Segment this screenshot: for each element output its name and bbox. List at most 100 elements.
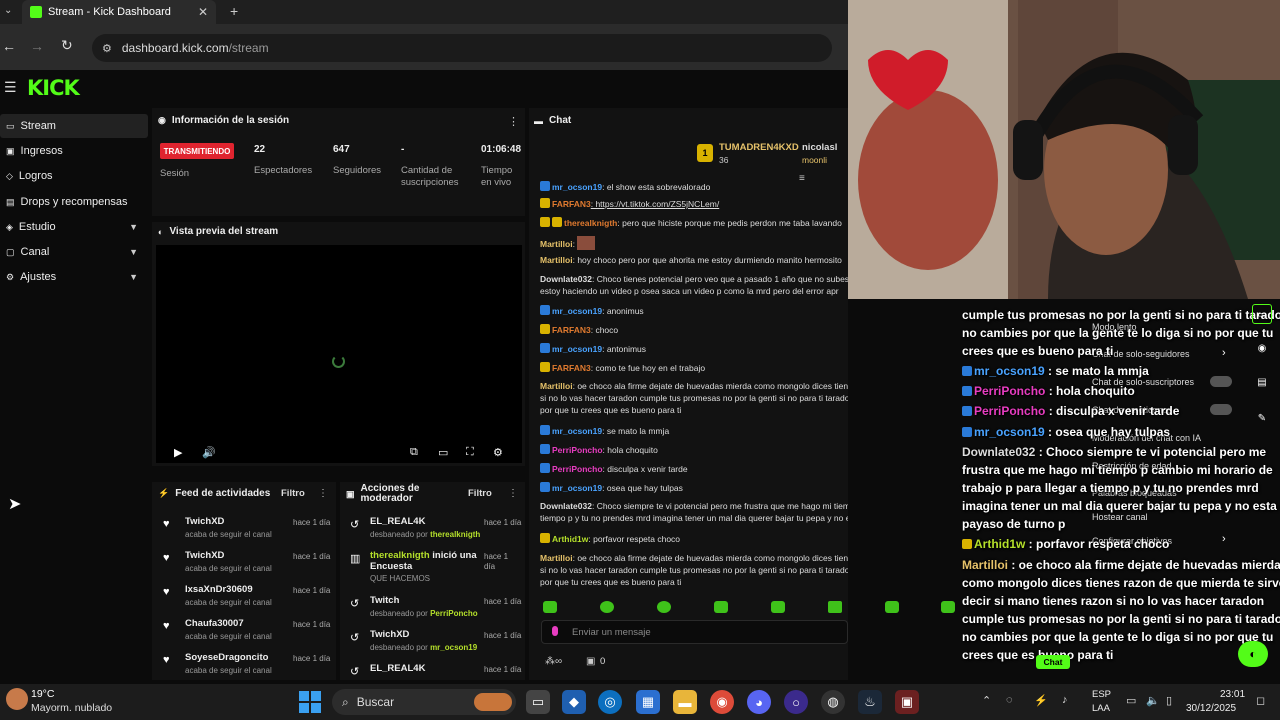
emote-icon[interactable]	[657, 601, 671, 613]
emote-icon[interactable]	[771, 601, 785, 613]
activity-filter-button[interactable]: Filtro	[281, 488, 305, 499]
chat-message[interactable]: therealknigth: pero que hiciste porque m…	[540, 217, 848, 229]
tray-mic-icon[interactable]: ♪	[1062, 694, 1068, 706]
edge-icon[interactable]: ◎	[598, 690, 622, 714]
clock-date[interactable]: 30/12/2025	[1186, 703, 1236, 714]
discord-icon[interactable]: ◕	[747, 690, 771, 714]
sidebar-item-ingresos[interactable]: ▣ Ingresos	[0, 139, 148, 163]
volume-icon[interactable]: 🔊	[202, 446, 216, 459]
chat-message[interactable]: Martilloi: hoy choco pero por que ahorit…	[540, 255, 848, 266]
app-icon[interactable]: ◆	[562, 690, 586, 714]
activity-item[interactable]: ♥ IxsaXnDr30609 acaba de seguir el canal…	[155, 584, 335, 618]
activity-item[interactable]: ♥ TwichXD acaba de seguir el canal hace …	[155, 550, 335, 584]
chat-message[interactable]: Downlate032: Choco siempre te vi potenci…	[540, 501, 848, 512]
close-tab-icon[interactable]: ✕	[198, 5, 208, 19]
toggle-switch[interactable]	[1210, 376, 1232, 387]
chat-link[interactable]: : https://vt.tiktok.com/ZS5jNCLem/	[591, 199, 719, 209]
chat-message[interactable]: FARFAN3: https://vt.tiktok.com/ZS5jNCLem…	[540, 198, 848, 210]
sidebar-item-canal[interactable]: ▢ Canal ▼	[0, 240, 148, 264]
chat-message[interactable]: PerriPoncho: hola choquito	[540, 444, 848, 456]
theater-icon[interactable]: ▭	[438, 446, 448, 459]
chat-message[interactable]: Martilloi: oe choco ala firme dejate de …	[540, 381, 848, 392]
pinned-user[interactable]: TUMADREN4KXD	[719, 142, 799, 153]
modaction-item[interactable]: ↺ EL_REAL4K desbaneado por therealknigth…	[346, 516, 522, 550]
chat-message[interactable]: mr_ocson19: anonimus	[540, 305, 848, 317]
emote-icon[interactable]	[714, 601, 728, 613]
overlay-chat-button[interactable]: Chat	[1036, 655, 1070, 669]
chrome-icon[interactable]: ◉	[710, 690, 734, 714]
video-player[interactable]	[156, 245, 522, 463]
play-icon[interactable]: ▶	[174, 446, 182, 459]
overlay-layout-icon[interactable]: ▤	[1252, 372, 1272, 392]
overlay-control-icon[interactable]: ▭	[1252, 304, 1272, 324]
emote-icon[interactable]	[600, 601, 614, 613]
emote-icon[interactable]	[543, 601, 557, 613]
activity-item[interactable]: ♥ Chaufa30007 acaba de seguir el canal h…	[155, 618, 335, 652]
modaction-item[interactable]: ↺ Twitch desbaneado por PerriPoncho hace…	[346, 595, 522, 629]
address-bar[interactable]: ⚙ dashboard.kick.com/stream	[92, 34, 832, 62]
tray-chevron-icon[interactable]: ⌃	[982, 694, 991, 707]
chat-message[interactable]: Arthid1w: porfavor respeta choco	[540, 533, 848, 545]
emote-icon[interactable]	[941, 601, 955, 613]
taskbar-search[interactable]: ⌕ Buscar	[332, 689, 516, 715]
tray-app-icon-2[interactable]: ⚡	[1034, 694, 1048, 707]
reload-icon[interactable]: ↻	[61, 37, 73, 54]
fullscreen-icon[interactable]: ⛶	[466, 446, 474, 459]
language-layout[interactable]: LAA	[1092, 703, 1110, 714]
toggle-switch[interactable]	[1210, 404, 1232, 415]
windows-start-icon[interactable]	[299, 691, 321, 713]
activity-item[interactable]: ♥ TwichXD acaba de seguir el canal hace …	[155, 516, 335, 550]
modactions-more-icon[interactable]: ⋮	[508, 488, 518, 499]
modactions-filter-button[interactable]: Filtro	[468, 488, 492, 499]
menu-icon[interactable]: ☰	[4, 79, 17, 96]
pip-icon[interactable]: ⧉	[410, 446, 418, 459]
chat-message[interactable]: Downlate032: Choco tienes potencial pero…	[540, 274, 848, 285]
sidebar-item-stream[interactable]: ▭ Stream	[0, 114, 148, 138]
activity-item[interactable]: ♥ SoyeseDragoncito acaba de seguir el ca…	[155, 652, 335, 686]
forward-icon[interactable]: →	[30, 38, 44, 54]
pinned-user-2b[interactable]: moonli	[802, 155, 827, 165]
sidebar-item-ajustes[interactable]: ⚙ Ajustes ▼	[0, 265, 148, 289]
clock-time[interactable]: 23:01	[1220, 689, 1245, 700]
chat-message[interactable]: FARFAN3: como te fue hoy en el trabajo	[540, 362, 848, 374]
sidebar-item-logros[interactable]: ◇ Logros	[0, 164, 148, 188]
tab-list-icon[interactable]: ⌄	[4, 5, 12, 16]
weather-icon[interactable]	[6, 688, 28, 710]
overlay-tools-icon[interactable]: ✎	[1252, 408, 1272, 428]
new-tab-icon[interactable]: +	[230, 3, 238, 19]
activity-more-icon[interactable]: ⋮	[318, 488, 328, 499]
kick-logo[interactable]: KICK	[27, 76, 80, 100]
chat-message[interactable]: PerriPoncho: disculpa x venir tarde	[540, 463, 848, 475]
chat-message[interactable]: mr_ocson19: el show esta sobrevalorado	[540, 181, 848, 193]
pinned-user-2[interactable]: nicolasl	[802, 142, 837, 153]
more-options-icon[interactable]: ⋮	[508, 115, 519, 128]
points-icon[interactable]: ⁂∞	[545, 656, 562, 667]
emote-icon[interactable]	[828, 601, 842, 613]
modaction-item[interactable]: ↺ TwichXD desbaneado por mr_ocson19 hace…	[346, 629, 522, 663]
site-info-icon[interactable]: ⚙	[102, 42, 112, 55]
volume-tray-icon[interactable]: 🔈	[1146, 694, 1160, 707]
network-icon[interactable]: ▭	[1126, 694, 1136, 707]
store-icon[interactable]: ▦	[636, 690, 660, 714]
overlay-broadcast-icon[interactable]: ◉	[1252, 338, 1272, 358]
gift-sub-icon[interactable]: ▣	[586, 656, 595, 667]
app-icon-3[interactable]: ▣	[895, 690, 919, 714]
gear-icon[interactable]: ⚙	[493, 446, 503, 459]
chat-message[interactable]: mr_ocson19: se mato la mmja	[540, 425, 848, 437]
chat-message[interactable]: Martilloi:	[540, 236, 848, 252]
task-view-icon[interactable]: ▭	[526, 690, 550, 714]
chat-message[interactable]: mr_ocson19: antonimus	[540, 343, 848, 355]
folder-icon[interactable]: ▬	[673, 690, 697, 714]
emote-icon[interactable]	[885, 601, 899, 613]
battery-icon[interactable]: ▯	[1166, 694, 1172, 707]
modaction-item[interactable]: ↺ EL_REAL4K hace 1 día	[346, 663, 522, 680]
overlay-chat-icon[interactable]: ◐	[1238, 641, 1268, 667]
language-code[interactable]: ESP	[1092, 689, 1111, 700]
sidebar-item-drops[interactable]: ▤ Drops y recompensas	[0, 190, 148, 214]
app-icon-2[interactable]: ○	[784, 690, 808, 714]
obs-icon[interactable]: ◍	[821, 690, 845, 714]
tray-app-icon[interactable]: ◌	[1006, 694, 1013, 706]
chat-message[interactable]: Martilloi: oe choco ala firme dejate de …	[540, 553, 848, 564]
modaction-item[interactable]: ▥ therealknigth inició una Encuesta QUE …	[346, 550, 522, 584]
chat-message[interactable]: mr_ocson19: osea que hay tulpas	[540, 482, 848, 494]
